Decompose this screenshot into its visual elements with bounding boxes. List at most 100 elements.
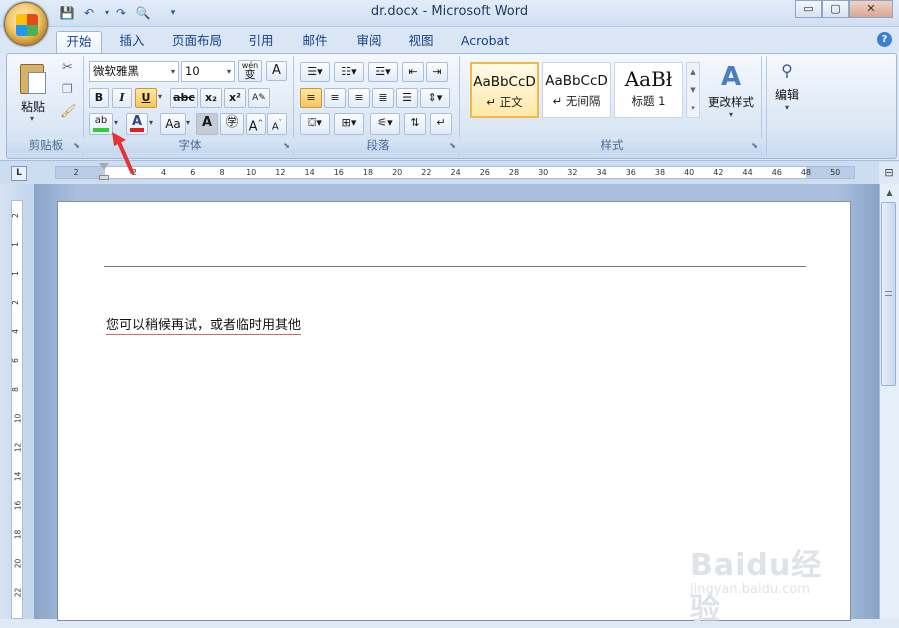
tab-page-layout[interactable]: 页面布局: [166, 31, 228, 53]
ruler-number: 32: [567, 168, 578, 177]
ruler-number: 24: [450, 168, 461, 177]
close-button[interactable]: ✕: [849, 0, 893, 18]
bold-button[interactable]: B: [89, 88, 109, 108]
multilevel-list-button[interactable]: ☲▾: [368, 62, 398, 82]
clipboard-group: 粘贴 ▾ ✂ ❐ 🖌 剪贴板 ⬊: [8, 56, 84, 156]
borders-button[interactable]: ⊞▾: [334, 113, 364, 135]
scroll-up-icon[interactable]: ▲: [687, 63, 699, 81]
clear-formatting-button[interactable]: A✎: [248, 88, 270, 108]
style-heading-1[interactable]: AaBł 标题 1: [614, 62, 683, 118]
print-preview-icon[interactable]: 🔍: [134, 5, 152, 21]
change-case-button[interactable]: Aa: [160, 113, 186, 135]
tab-review[interactable]: 审阅: [348, 31, 390, 53]
change-styles-button[interactable]: A 更改样式 ▾: [704, 60, 758, 130]
underline-dropdown-icon[interactable]: ▾: [158, 92, 162, 101]
ruler-number: 48: [800, 168, 812, 177]
indent-marker[interactable]: [99, 163, 109, 183]
copy-icon[interactable]: ❐: [62, 82, 73, 96]
vertical-ruler-number: 12: [13, 442, 23, 453]
vertical-ruler-number: 16: [13, 500, 23, 511]
customize-toolbar-icon[interactable]: ▾: [164, 5, 182, 21]
shading-button[interactable]: ⛋▾: [300, 113, 330, 135]
help-icon[interactable]: ?: [877, 32, 892, 47]
phonetic-guide-button[interactable]: wén 变: [238, 60, 262, 82]
office-button[interactable]: [4, 2, 48, 46]
show-marks-button[interactable]: ↵: [430, 113, 452, 135]
restore-button[interactable]: ▢: [822, 0, 849, 18]
more-styles-icon[interactable]: ▾: [687, 99, 699, 117]
align-right-button[interactable]: ≡: [348, 88, 370, 108]
strikethrough-button[interactable]: abc: [170, 88, 198, 108]
styles-group-label: 样式 ⬊: [462, 138, 762, 153]
tab-view[interactable]: 视图: [400, 31, 442, 53]
highlight-button[interactable]: ab: [89, 113, 113, 135]
scroll-thumb[interactable]: [881, 202, 896, 386]
character-shading-button[interactable]: A: [196, 113, 218, 135]
chinese-layout-button[interactable]: ⚟▾: [370, 113, 400, 135]
italic-button[interactable]: I: [112, 88, 132, 108]
vertical-ruler-number: 6: [10, 358, 20, 363]
font-name-select[interactable]: 微软雅黑 ▾: [89, 61, 179, 82]
paper-icon: [28, 72, 46, 94]
scroll-up-icon[interactable]: ▲: [880, 188, 899, 197]
tab-selector-button[interactable]: L: [11, 166, 27, 181]
tab-acrobat[interactable]: Acrobat: [456, 31, 514, 53]
grip-icon: [885, 291, 892, 296]
ruler-number: 26: [479, 168, 490, 177]
undo-icon[interactable]: ↶: [80, 5, 98, 21]
styles-scroll[interactable]: ▲ ▼ ▾: [686, 62, 700, 118]
increase-indent-button[interactable]: ⇥: [426, 62, 448, 82]
style-no-spacing[interactable]: AaBbCcD ↵ 无间隔: [542, 62, 611, 118]
style-normal[interactable]: AaBbCcD ↵ 正文: [470, 62, 539, 118]
enclose-characters-button[interactable]: ㊫: [220, 113, 244, 135]
binoculars-icon: ⚲: [781, 61, 793, 80]
vertical-ruler-number: 4: [10, 329, 20, 334]
bullets-button[interactable]: ☰▾: [300, 62, 330, 82]
character-border-button[interactable]: A: [266, 61, 287, 81]
paragraph-group: ☰▾ ☷▾ ☲▾ ⇤ ⇥ ≡ ≡ ≡ ≣ ☰ ⇕▾ ⛋▾ ⊞▾ ⚟▾ ⇅ ↵ 段…: [296, 56, 460, 156]
dialog-launcher-icon[interactable]: ⬊: [751, 138, 758, 153]
decrease-indent-button[interactable]: ⇤: [402, 62, 424, 82]
title-bar: dr.docx - Microsoft Word 💾 ↶ ▾ ↷ 🔍 ▾ ▭ ▢…: [0, 0, 899, 27]
underline-button[interactable]: U: [135, 88, 157, 108]
justify-button[interactable]: ≣: [372, 88, 394, 108]
numbering-button[interactable]: ☷▾: [334, 62, 364, 82]
minimize-button[interactable]: ▭: [795, 0, 822, 18]
shrink-font-button[interactable]: Aˇ: [267, 113, 287, 135]
subscript-button[interactable]: x₂: [200, 88, 222, 108]
ruler-number: 2: [73, 168, 79, 177]
save-icon[interactable]: 💾: [58, 5, 76, 21]
grow-font-button[interactable]: A^: [246, 113, 266, 135]
paste-dropdown-icon[interactable]: ▾: [30, 114, 34, 123]
font-size-select[interactable]: 10 ▾: [181, 61, 235, 82]
scroll-down-icon[interactable]: ▼: [687, 81, 699, 99]
paste-button[interactable]: [16, 62, 50, 100]
format-painter-icon[interactable]: 🖌: [60, 104, 77, 119]
tab-insert[interactable]: 插入: [112, 31, 152, 53]
change-styles-icon: A: [720, 62, 742, 92]
dialog-launcher-icon[interactable]: ⬊: [449, 138, 456, 153]
line-spacing-button[interactable]: ⇕▾: [420, 88, 450, 108]
distributed-button[interactable]: ☰: [396, 88, 418, 108]
view-ruler-icon[interactable]: ⊟: [879, 162, 899, 184]
redo-icon[interactable]: ↷: [112, 5, 130, 21]
editing-button[interactable]: ⚲ 编辑 ▾: [769, 56, 805, 136]
sort-button[interactable]: ⇅: [404, 113, 426, 135]
dialog-launcher-icon[interactable]: ⬊: [283, 138, 290, 153]
dialog-launcher-icon[interactable]: ⬊: [73, 138, 80, 153]
watermark-sub: jingyan.baidu.com: [690, 582, 810, 597]
font-color-dropdown-icon[interactable]: ▾: [149, 118, 153, 127]
change-case-dropdown-icon[interactable]: ▾: [186, 118, 190, 127]
vertical-ruler[interactable]: 2 1 1 2 4 6 8 10 12 14 16 18 20 22: [11, 200, 23, 619]
horizontal-ruler[interactable]: 2 2 4 6 8 10 12 14 16 18 20 22 24 26 28 30 32 34 36 38 40 42 4…: [55, 166, 855, 179]
tab-home[interactable]: 开始: [56, 31, 102, 53]
document-text[interactable]: 您可以稍候再试，或者临时用其他: [106, 314, 302, 335]
highlight-dropdown-icon[interactable]: ▾: [114, 118, 118, 127]
vertical-ruler-number: 1: [10, 271, 20, 276]
tab-mailings[interactable]: 邮件: [294, 31, 336, 53]
align-left-button[interactable]: ≡: [300, 88, 322, 108]
cut-icon[interactable]: ✂: [62, 60, 73, 75]
align-center-button[interactable]: ≡: [324, 88, 346, 108]
tab-references[interactable]: 引用: [240, 31, 282, 53]
superscript-button[interactable]: x²: [224, 88, 246, 108]
